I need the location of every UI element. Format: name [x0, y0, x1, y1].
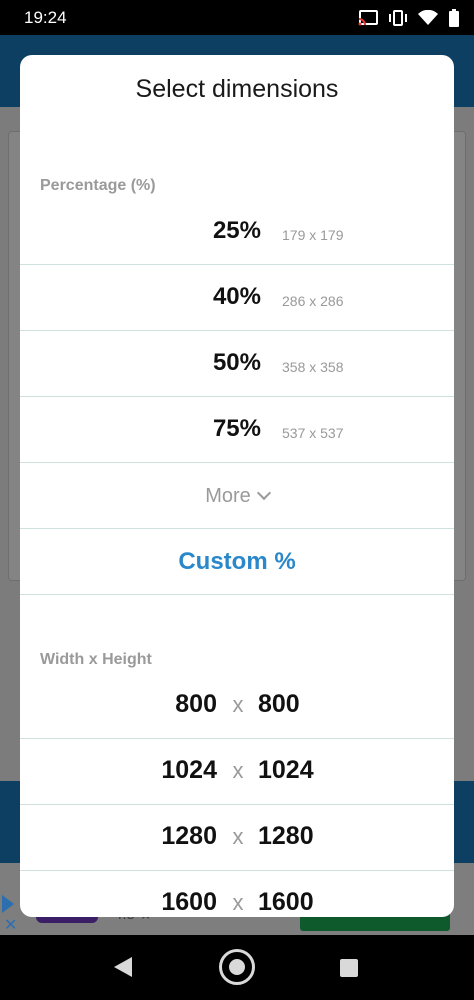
recents-icon[interactable]: [340, 959, 358, 977]
select-dimensions-dialog: Select dimensions Percentage (%) 25% 179…: [20, 55, 454, 917]
vibrate-icon: [389, 9, 407, 26]
percent-dimensions: 537 x 537: [282, 425, 344, 441]
more-label: More: [205, 484, 251, 507]
percent-dimensions: 286 x 286: [282, 293, 344, 309]
custom-percent-button[interactable]: Custom %: [20, 529, 454, 595]
percent-option-75[interactable]: 75% 537 x 537: [20, 397, 454, 463]
dialog-title: Select dimensions: [135, 75, 339, 103]
size-width: 1600: [161, 888, 217, 916]
size-separator: x: [232, 824, 244, 849]
status-time: 19:24: [24, 7, 67, 27]
percent-value: 25%: [212, 217, 261, 244]
battery-icon: [449, 8, 459, 27]
wifi-icon: [418, 9, 438, 25]
custom-percent-label: Custom %: [178, 548, 296, 575]
size-option-1600[interactable]: 1600 x 1600: [20, 871, 454, 917]
percent-value: 50%: [212, 349, 261, 376]
chevron-down-icon: [256, 485, 271, 501]
percent-option-50[interactable]: 50% 358 x 358: [20, 331, 454, 397]
size-height: 1280: [258, 822, 314, 850]
ad-choices-icon[interactable]: [2, 895, 14, 913]
percent-option-25[interactable]: 25% 179 x 179: [20, 199, 454, 265]
percentage-section-label: Percentage (%): [40, 177, 156, 194]
percent-value: 40%: [212, 283, 261, 310]
size-height: 1600: [258, 888, 314, 916]
size-option-1280[interactable]: 1280 x 1280: [20, 805, 454, 871]
ad-close-icon[interactable]: ✕: [4, 915, 17, 935]
percent-dimensions: 179 x 179: [282, 227, 344, 243]
size-height: 1024: [258, 756, 314, 784]
size-separator: x: [232, 758, 244, 783]
width-height-section-label: Width x Height: [40, 651, 152, 668]
size-separator: x: [232, 692, 244, 717]
percent-option-40[interactable]: 40% 286 x 286: [20, 265, 454, 331]
size-width: 1024: [161, 756, 217, 784]
size-option-1024[interactable]: 1024 x 1024: [20, 739, 454, 805]
size-height: 800: [258, 690, 300, 718]
size-separator: x: [232, 890, 244, 915]
status-icons: [358, 8, 460, 27]
size-option-800[interactable]: 800 x 800: [20, 673, 454, 739]
more-button[interactable]: More: [20, 463, 454, 529]
size-width: 1280: [161, 822, 217, 850]
home-icon[interactable]: [219, 949, 255, 985]
percent-dimensions: 358 x 358: [282, 359, 344, 375]
percent-value: 75%: [212, 415, 261, 442]
status-bar: 19:24: [0, 0, 474, 35]
navigation-bar: [0, 935, 474, 1000]
back-icon[interactable]: [114, 957, 132, 977]
cast-icon: [358, 9, 378, 25]
size-width: 800: [175, 690, 217, 718]
